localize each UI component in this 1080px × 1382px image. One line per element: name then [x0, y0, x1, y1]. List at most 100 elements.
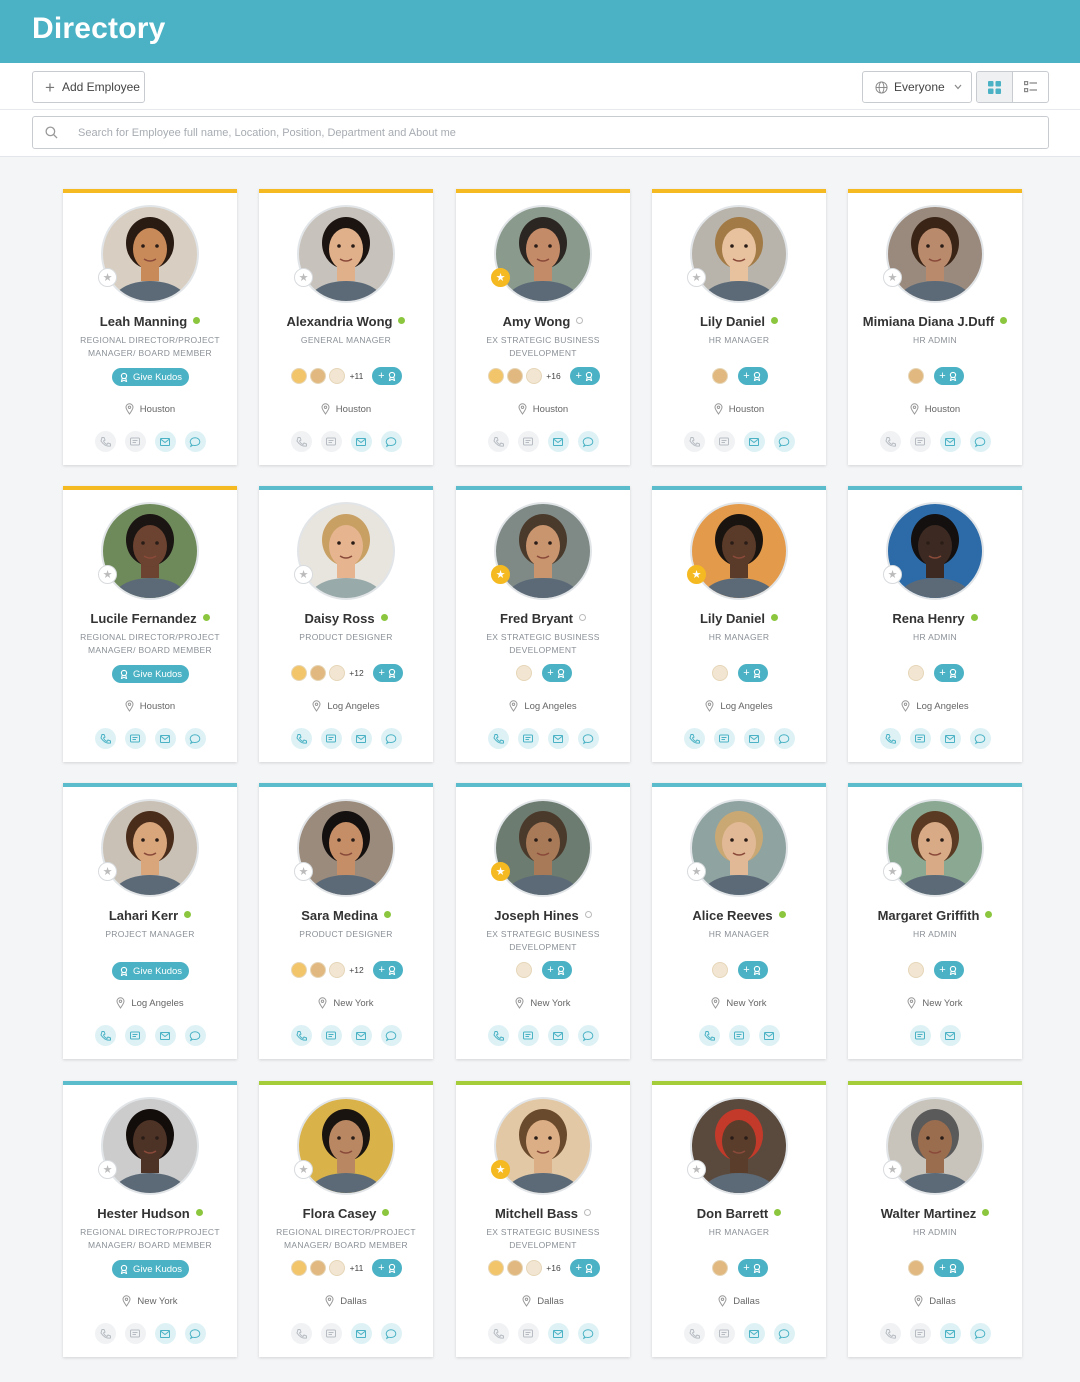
add-kudos-button[interactable]: +: [933, 367, 964, 385]
employee-card[interactable]: ★ Lily Daniel HR Manager + Houston: [652, 189, 826, 465]
email-button[interactable]: [743, 1323, 765, 1344]
message-button[interactable]: [577, 1323, 599, 1344]
call-button[interactable]: [879, 728, 901, 749]
favorite-star-icon[interactable]: ★: [687, 268, 706, 287]
add-kudos-button[interactable]: +: [933, 664, 964, 682]
message-button[interactable]: [184, 1323, 206, 1344]
chat-history-button[interactable]: [124, 1323, 146, 1344]
chat-history-button[interactable]: [517, 431, 539, 452]
chat-history-button[interactable]: [320, 431, 342, 452]
message-button[interactable]: [773, 728, 795, 749]
call-button[interactable]: [94, 1025, 116, 1046]
message-button[interactable]: [380, 431, 402, 452]
employee-name[interactable]: Mitchell Bass: [456, 1206, 630, 1221]
favorite-star-icon[interactable]: ★: [98, 565, 117, 584]
avatar[interactable]: [101, 799, 199, 897]
employee-card[interactable]: ★ Flora Casey Regional Director/Project …: [259, 1081, 433, 1357]
add-kudos-button[interactable]: +: [569, 367, 600, 385]
avatar[interactable]: [886, 502, 984, 600]
message-button[interactable]: [577, 431, 599, 452]
email-button[interactable]: [939, 431, 961, 452]
employee-name[interactable]: Flora Casey: [259, 1206, 433, 1221]
favorite-star-icon[interactable]: ★: [883, 862, 902, 881]
employee-card[interactable]: ★ Lahari Kerr Project Manager Give Kudos…: [63, 783, 237, 1059]
add-kudos-button[interactable]: +: [372, 367, 403, 385]
list-view-button[interactable]: [1013, 72, 1049, 102]
email-button[interactable]: [547, 1323, 569, 1344]
employee-card[interactable]: ★ Joseph Hines Ex Strategic Business Dev…: [456, 783, 630, 1059]
employee-card[interactable]: ★ Daisy Ross Product Designer +12 + Log …: [259, 486, 433, 762]
avatar[interactable]: [690, 502, 788, 600]
favorite-star-icon[interactable]: ★: [491, 862, 510, 881]
favorite-star-icon[interactable]: ★: [883, 268, 902, 287]
employee-name[interactable]: Alexandria Wong: [259, 314, 433, 329]
favorite-star-icon[interactable]: ★: [491, 1160, 510, 1179]
call-button[interactable]: [879, 431, 901, 452]
give-kudos-button[interactable]: Give Kudos: [112, 665, 189, 683]
email-button[interactable]: [547, 1025, 569, 1046]
employee-name[interactable]: Fred Bryant: [456, 611, 630, 626]
add-kudos-button[interactable]: +: [541, 664, 572, 682]
call-button[interactable]: [487, 728, 509, 749]
call-button[interactable]: [94, 431, 116, 452]
message-button[interactable]: [773, 1323, 795, 1344]
email-button[interactable]: [939, 1323, 961, 1344]
avatar[interactable]: [886, 799, 984, 897]
audience-filter-select[interactable]: Everyone: [862, 71, 972, 103]
chat-history-button[interactable]: [713, 728, 735, 749]
message-button[interactable]: [380, 1025, 402, 1046]
favorite-star-icon[interactable]: ★: [294, 1160, 313, 1179]
employee-card[interactable]: ★ Lily Daniel HR Manager + Log Angeles: [652, 486, 826, 762]
avatar[interactable]: [494, 1097, 592, 1195]
employee-card[interactable]: ★ Mimiana Diana J.Duff HR Admin + Housto…: [848, 189, 1022, 465]
message-button[interactable]: [380, 1323, 402, 1344]
email-button[interactable]: [547, 728, 569, 749]
chat-history-button[interactable]: [517, 1025, 539, 1046]
favorite-star-icon[interactable]: ★: [687, 862, 706, 881]
message-button[interactable]: [380, 728, 402, 749]
employee-name[interactable]: Lucile Fernandez: [63, 611, 237, 626]
employee-name[interactable]: Lily Daniel: [652, 611, 826, 626]
add-kudos-button[interactable]: +: [737, 961, 768, 979]
employee-name[interactable]: Amy Wong: [456, 314, 630, 329]
employee-card[interactable]: ★ Leah Manning Regional Director/Project…: [63, 189, 237, 465]
search-input[interactable]: Search for Employee full name, Location,…: [32, 116, 1049, 149]
email-button[interactable]: [939, 1025, 961, 1046]
employee-name[interactable]: Rena Henry: [848, 611, 1022, 626]
chat-history-button[interactable]: [124, 728, 146, 749]
message-button[interactable]: [773, 431, 795, 452]
give-kudos-button[interactable]: Give Kudos: [112, 962, 189, 980]
email-button[interactable]: [154, 1323, 176, 1344]
chat-history-button[interactable]: [909, 431, 931, 452]
favorite-star-icon[interactable]: ★: [491, 268, 510, 287]
call-button[interactable]: [683, 1323, 705, 1344]
chat-history-button[interactable]: [713, 1323, 735, 1344]
avatar[interactable]: [297, 502, 395, 600]
message-button[interactable]: [577, 1025, 599, 1046]
employee-name[interactable]: Walter Martinez: [848, 1206, 1022, 1221]
employee-card[interactable]: ★ Mitchell Bass Ex Strategic Business De…: [456, 1081, 630, 1357]
add-kudos-button[interactable]: +: [372, 1259, 403, 1277]
message-button[interactable]: [184, 431, 206, 452]
chat-history-button[interactable]: [909, 1323, 931, 1344]
add-kudos-button[interactable]: +: [372, 664, 403, 682]
email-button[interactable]: [939, 728, 961, 749]
employee-name[interactable]: Leah Manning: [63, 314, 237, 329]
avatar[interactable]: [297, 799, 395, 897]
call-button[interactable]: [683, 431, 705, 452]
add-kudos-button[interactable]: +: [569, 1259, 600, 1277]
employee-name[interactable]: Lily Daniel: [652, 314, 826, 329]
add-kudos-button[interactable]: +: [737, 367, 768, 385]
employee-card[interactable]: ★ Margaret Griffith HR Admin + New York: [848, 783, 1022, 1059]
add-kudos-button[interactable]: +: [933, 1259, 964, 1277]
email-button[interactable]: [547, 431, 569, 452]
employee-card[interactable]: ★ Hester Hudson Regional Director/Projec…: [63, 1081, 237, 1357]
call-button[interactable]: [879, 1323, 901, 1344]
avatar[interactable]: [690, 1097, 788, 1195]
employee-card[interactable]: ★ Walter Martinez HR Admin + Dallas: [848, 1081, 1022, 1357]
email-button[interactable]: [350, 431, 372, 452]
favorite-star-icon[interactable]: ★: [98, 862, 117, 881]
employee-card[interactable]: ★ Alice Reeves HR Manager + New York: [652, 783, 826, 1059]
employee-card[interactable]: ★ Amy Wong Ex Strategic Business Develop…: [456, 189, 630, 465]
give-kudos-button[interactable]: Give Kudos: [112, 368, 189, 386]
